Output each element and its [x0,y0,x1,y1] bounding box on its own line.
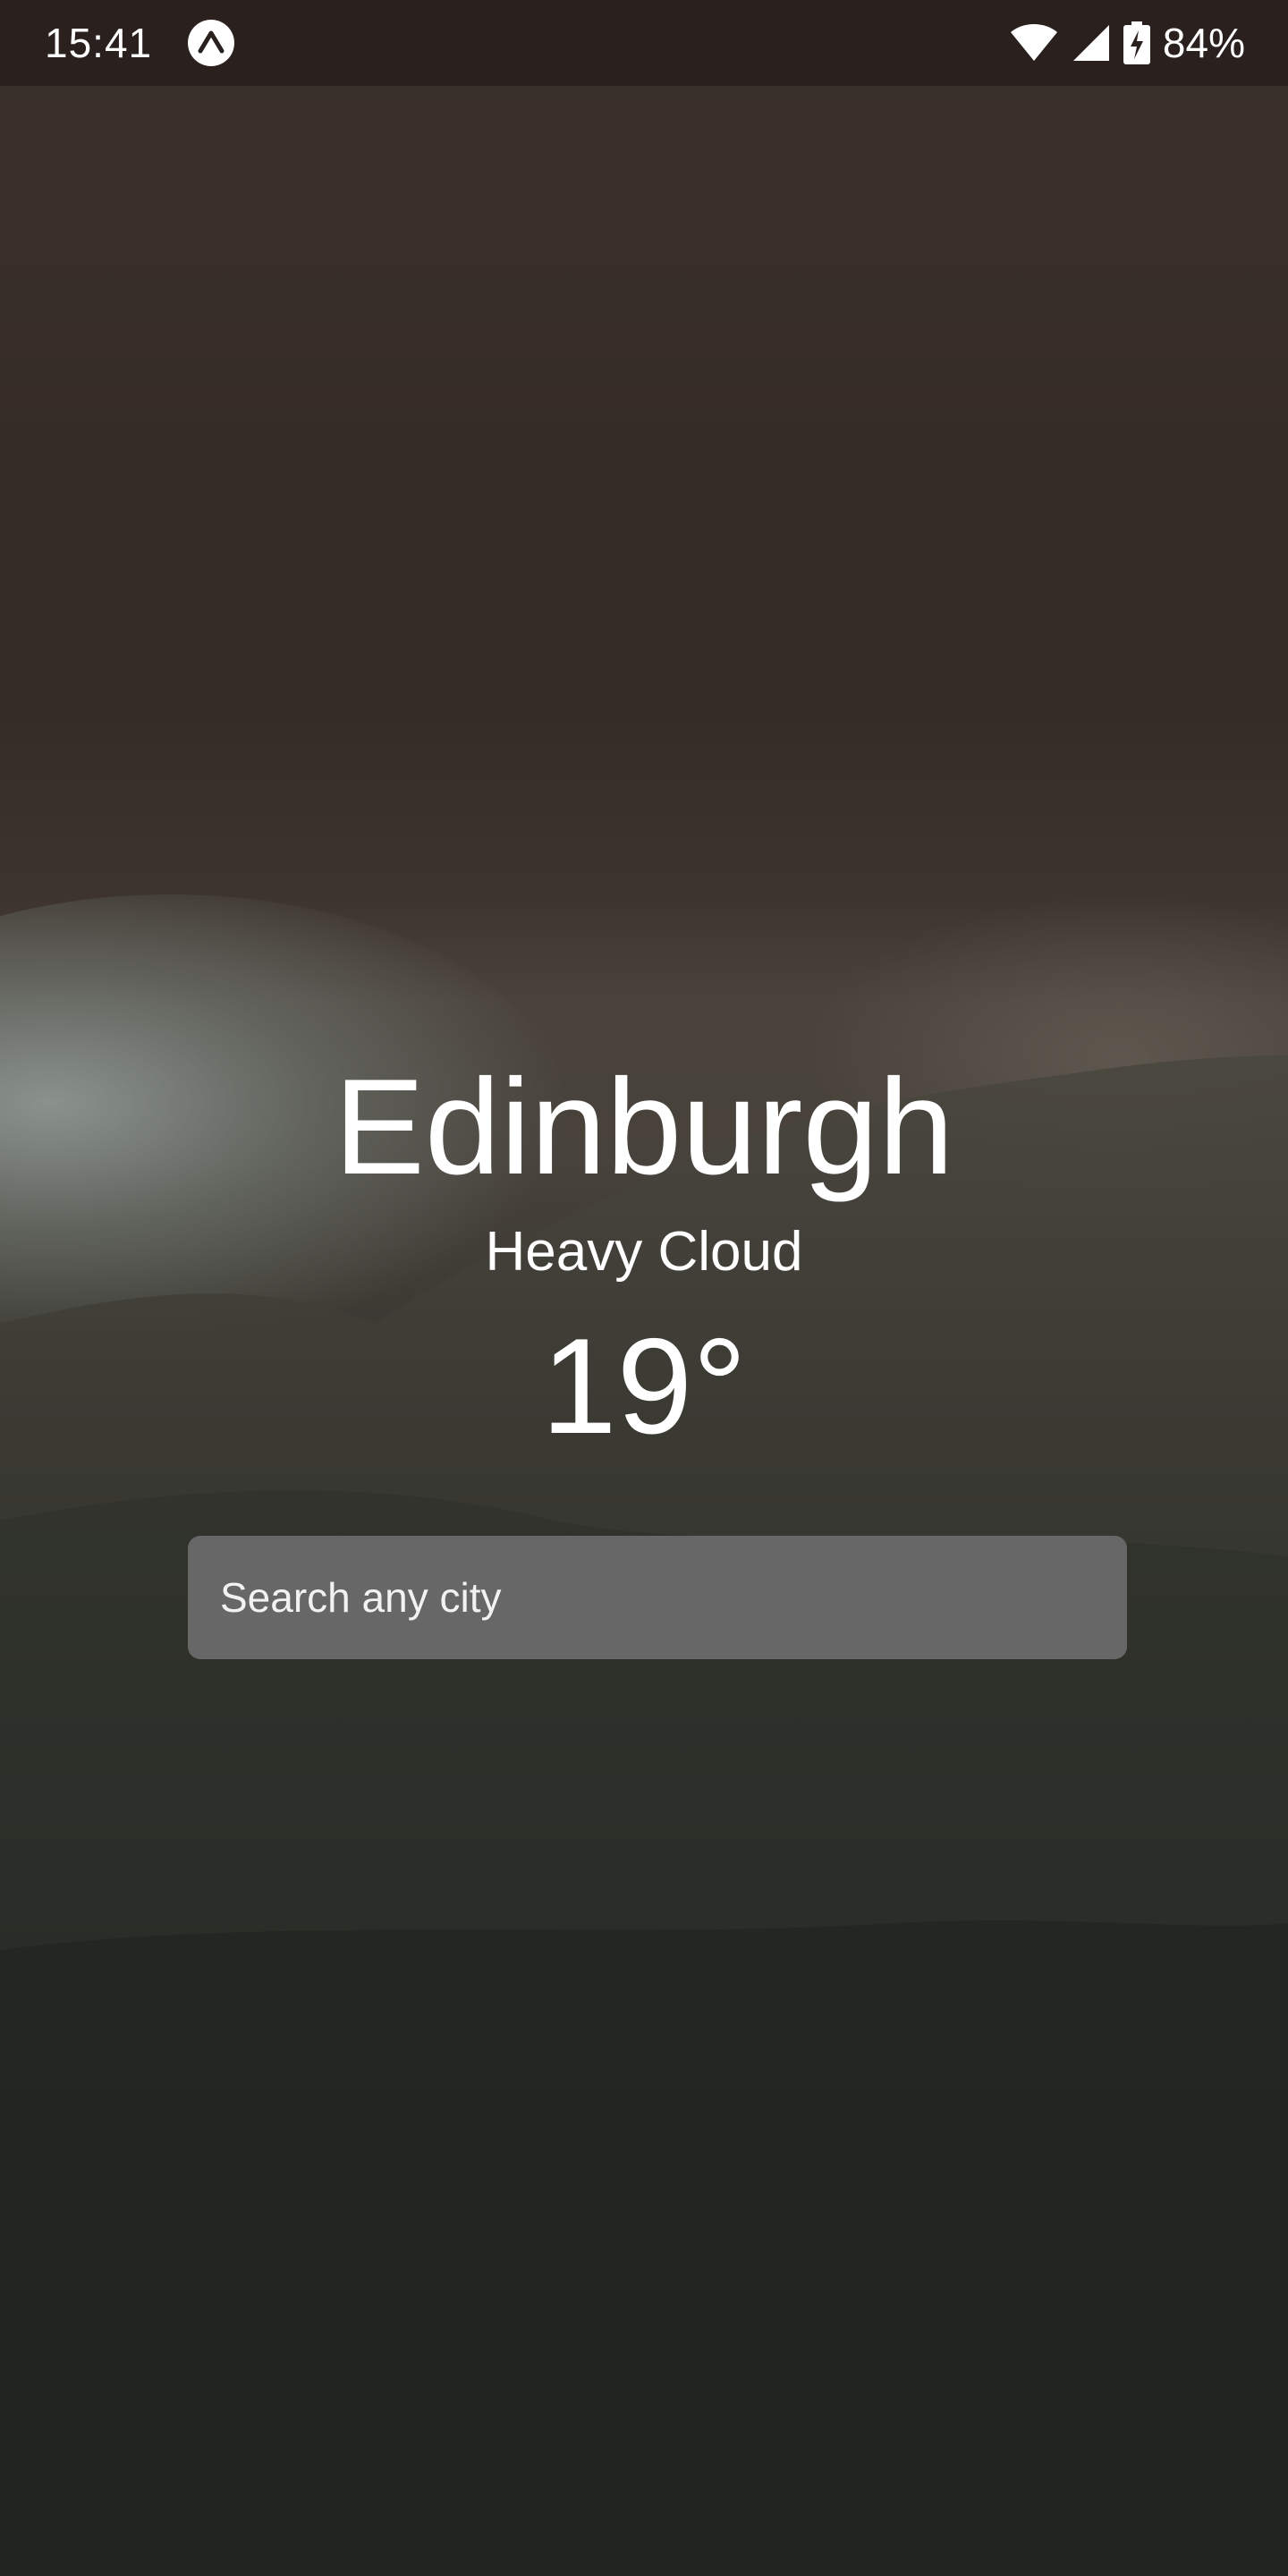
status-indicators: 84% [1009,20,1245,66]
wifi-icon [1009,23,1059,63]
temperature: 19° [541,1310,747,1462]
search-box[interactable] [188,1536,1127,1659]
city-name: Edinburgh [334,1051,954,1203]
weather-condition: Heavy Cloud [485,1221,803,1283]
status-bar: 15:41 84% [0,0,1288,86]
weather-screen: 15:41 84% Edinburgh Heavy Cloud 19° Sear… [0,0,1288,2576]
battery-percent: 84% [1162,20,1245,66]
battery-charging-icon [1123,21,1150,64]
cell-signal-icon [1072,23,1111,63]
status-time: 15:41 [45,20,153,66]
expo-app-icon [188,20,234,66]
search-input[interactable] [188,1536,1127,1659]
